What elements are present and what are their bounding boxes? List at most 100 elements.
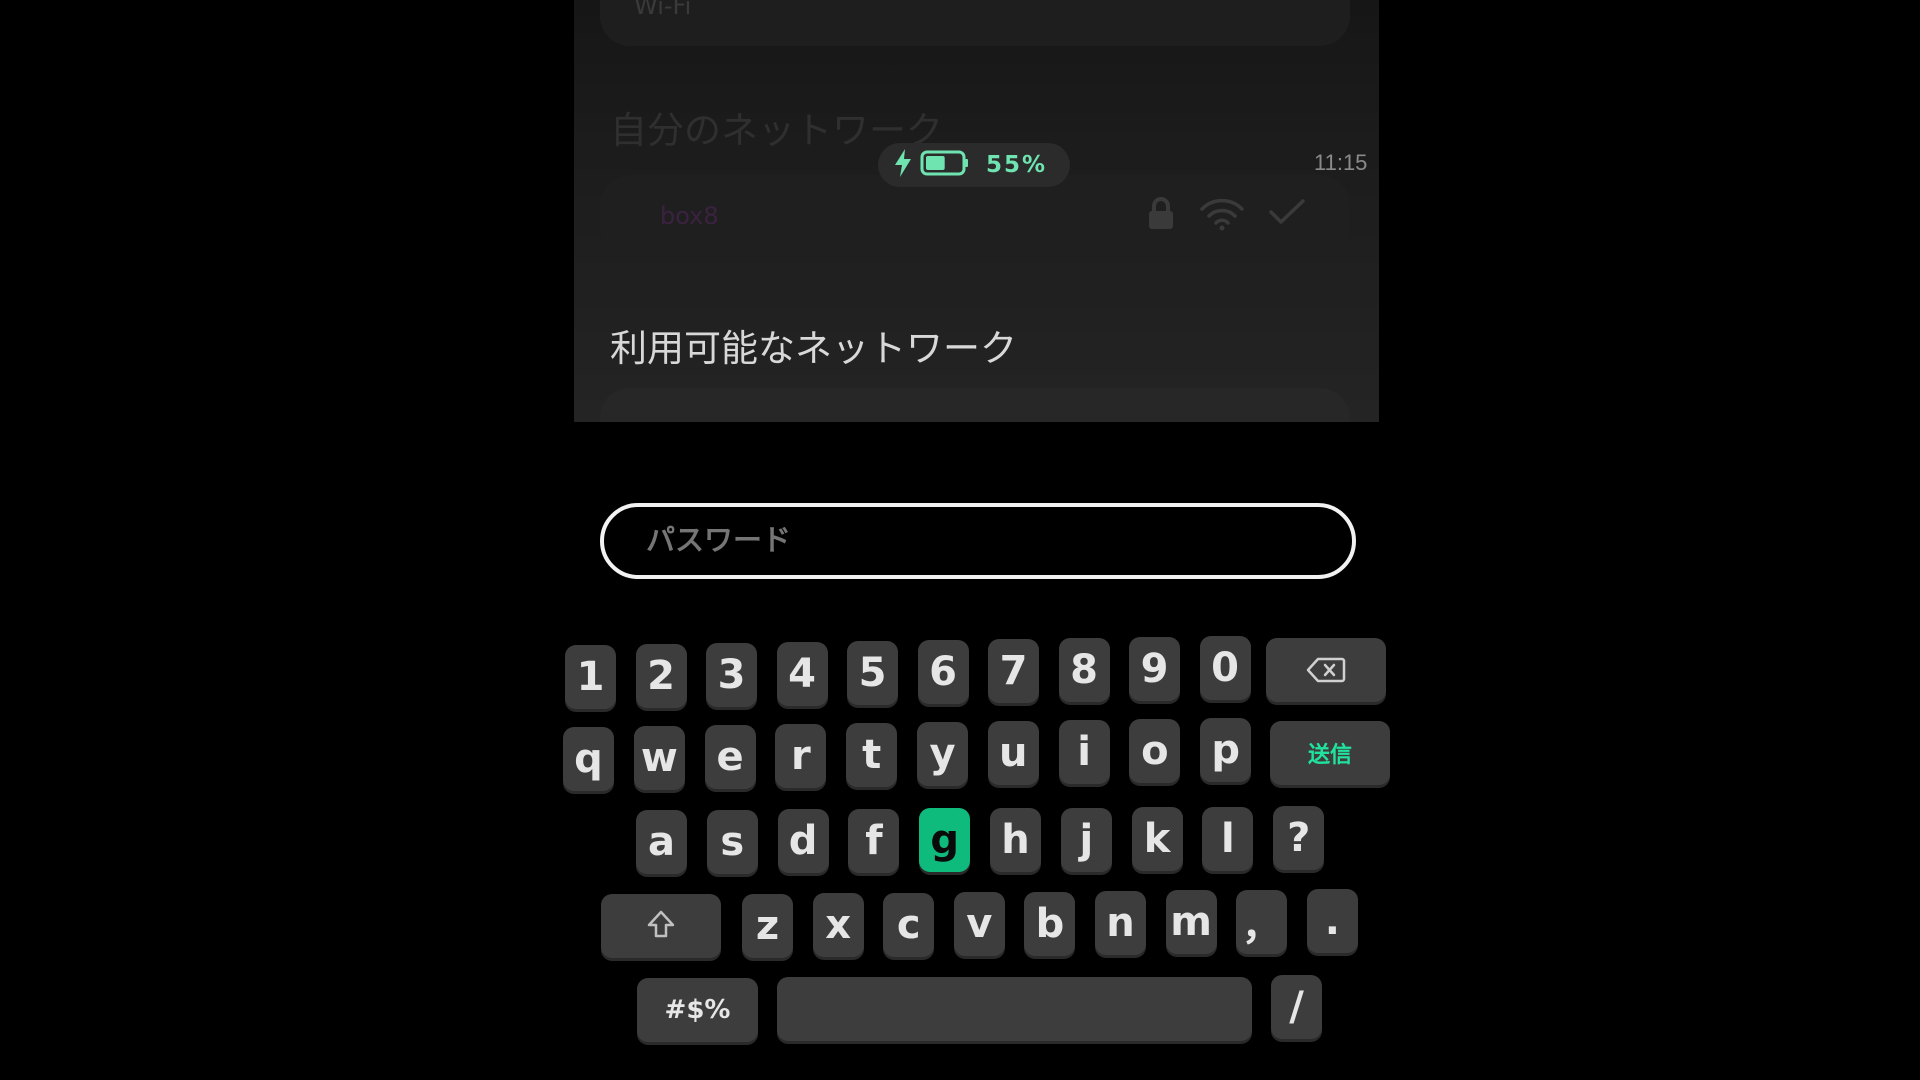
key-row_a-5[interactable]: h (990, 808, 1041, 872)
key-numbers-9[interactable]: 0 (1199, 636, 1251, 700)
key-label: 3 (717, 652, 746, 698)
key-label: o (1141, 728, 1169, 774)
key-label: s (720, 818, 745, 865)
backspace-icon (1306, 647, 1346, 693)
key-row_q-1[interactable]: w (633, 726, 685, 790)
symbols-key-label: #$% (664, 995, 731, 1025)
key-label: 2 (647, 653, 675, 699)
battery-status: 55% (878, 143, 1070, 187)
key-label: t (862, 732, 882, 778)
key-row_z-2[interactable]: c (883, 892, 935, 957)
key-label: 6 (929, 649, 957, 695)
key-row_q-0[interactable]: q (563, 727, 614, 791)
key-label: q (574, 736, 603, 782)
key-row_q-5[interactable]: y (917, 722, 968, 786)
send-key-label: 送信 (1307, 743, 1352, 768)
key-label: b (1035, 900, 1065, 947)
key-label: ? (1287, 815, 1311, 862)
wifi-icon (1200, 197, 1244, 231)
key-row_a-7[interactable]: k (1131, 807, 1183, 872)
key-label: c (896, 901, 921, 948)
key-row_q-2[interactable]: e (704, 725, 756, 789)
key-label: m (1170, 899, 1212, 946)
key-label: 1 (576, 654, 605, 700)
key-row_a-9[interactable]: ? (1273, 806, 1325, 871)
send-key[interactable]: 送信 (1270, 721, 1390, 785)
key-row_z-0[interactable]: z (742, 894, 793, 958)
key-label: 7 (999, 648, 1028, 694)
slash-key[interactable]: / (1271, 975, 1322, 1039)
key-row_z-4[interactable]: b (1024, 891, 1076, 956)
key-label: l (1221, 815, 1235, 862)
battery-percent: 55% (986, 152, 1048, 178)
key-label: h (1001, 817, 1030, 863)
key-row_q-4[interactable]: t (846, 723, 898, 787)
key-row_z-3[interactable]: v (953, 892, 1005, 957)
key-row_z-8[interactable]: . (1306, 889, 1358, 954)
key-row_q-6[interactable]: u (987, 721, 1039, 785)
key-numbers-8[interactable]: 9 (1129, 637, 1180, 701)
available-networks-title: 利用可能なネットワーク (610, 327, 1017, 370)
key-label: 0 (1211, 645, 1239, 691)
key-label: 9 (1140, 646, 1169, 692)
key-row_q-8[interactable]: o (1129, 719, 1181, 783)
key-row_a-0[interactable]: a (636, 810, 687, 874)
shift-key[interactable] (601, 894, 721, 958)
key-label: 8 (1070, 647, 1098, 693)
key-label: r (791, 733, 811, 779)
key-numbers-7[interactable]: 8 (1058, 638, 1110, 702)
key-row_q-9[interactable]: p (1200, 718, 1252, 782)
lock-icon (1146, 197, 1176, 231)
key-label: 5 (858, 650, 887, 696)
symbols-key[interactable]: #$% (637, 978, 758, 1042)
slash-key-label: / (1289, 984, 1304, 1030)
key-row_a-3[interactable]: f (848, 808, 900, 873)
key-label: y (929, 731, 956, 777)
lightning-icon (894, 148, 912, 182)
space-key[interactable] (777, 977, 1252, 1041)
key-label: n (1106, 900, 1135, 946)
key-label: z (755, 903, 780, 949)
key-numbers-5[interactable]: 6 (917, 640, 969, 704)
key-numbers-4[interactable]: 5 (847, 641, 898, 705)
key-row_q-7[interactable]: i (1058, 720, 1110, 784)
wifi-toggle-row (600, 0, 1350, 46)
clock: 11:15 (1314, 150, 1368, 175)
password-input[interactable] (600, 503, 1356, 579)
my-network-row[interactable]: box8 (600, 175, 1350, 259)
key-numbers-0[interactable]: 1 (565, 645, 616, 709)
key-row_a-6[interactable]: j (1060, 807, 1112, 872)
key-numbers-6[interactable]: 7 (988, 639, 1039, 703)
key-numbers-2[interactable]: 3 (706, 643, 757, 707)
key-row_q-3[interactable]: r (775, 724, 827, 788)
key-label: u (999, 730, 1028, 776)
key-label: x (825, 902, 851, 949)
my-network-name: box8 (660, 202, 719, 230)
key-numbers-3[interactable]: 4 (776, 642, 828, 706)
key-label: . (1324, 898, 1340, 945)
key-row_z-6[interactable]: m (1165, 890, 1217, 955)
key-row_z-7[interactable]: ， (1236, 889, 1288, 954)
available-network-row[interactable] (600, 388, 1350, 422)
key-label: a (648, 819, 675, 865)
wifi-settings-panel: Wi-Fi 自分のネットワーク box8 利用可能なネットワーク (574, 0, 1379, 422)
key-label: j (1079, 816, 1094, 863)
key-label: f (865, 817, 883, 864)
key-label: ， (1241, 902, 1282, 949)
key-row_z-5[interactable]: n (1095, 891, 1146, 955)
key-label: d (788, 818, 818, 865)
key-row_a-8[interactable]: l (1202, 806, 1254, 871)
key-label: 4 (788, 651, 816, 697)
key-row_a-1[interactable]: s (706, 809, 758, 874)
key-row_a-2[interactable]: d (777, 809, 829, 874)
key-label: v (966, 901, 993, 948)
key-label: w (640, 735, 678, 781)
key-numbers-1[interactable]: 2 (635, 644, 687, 708)
battery-icon (920, 150, 970, 180)
key-label: g (930, 817, 959, 864)
key-label: i (1077, 729, 1091, 775)
key-row_a-4[interactable]: g (919, 808, 971, 873)
key-row_z-1[interactable]: x (812, 893, 864, 958)
screen: Wi-Fi 自分のネットワーク box8 利用可能なネットワーク 55% 11:… (0, 0, 1920, 1080)
backspace-key[interactable] (1266, 638, 1386, 702)
